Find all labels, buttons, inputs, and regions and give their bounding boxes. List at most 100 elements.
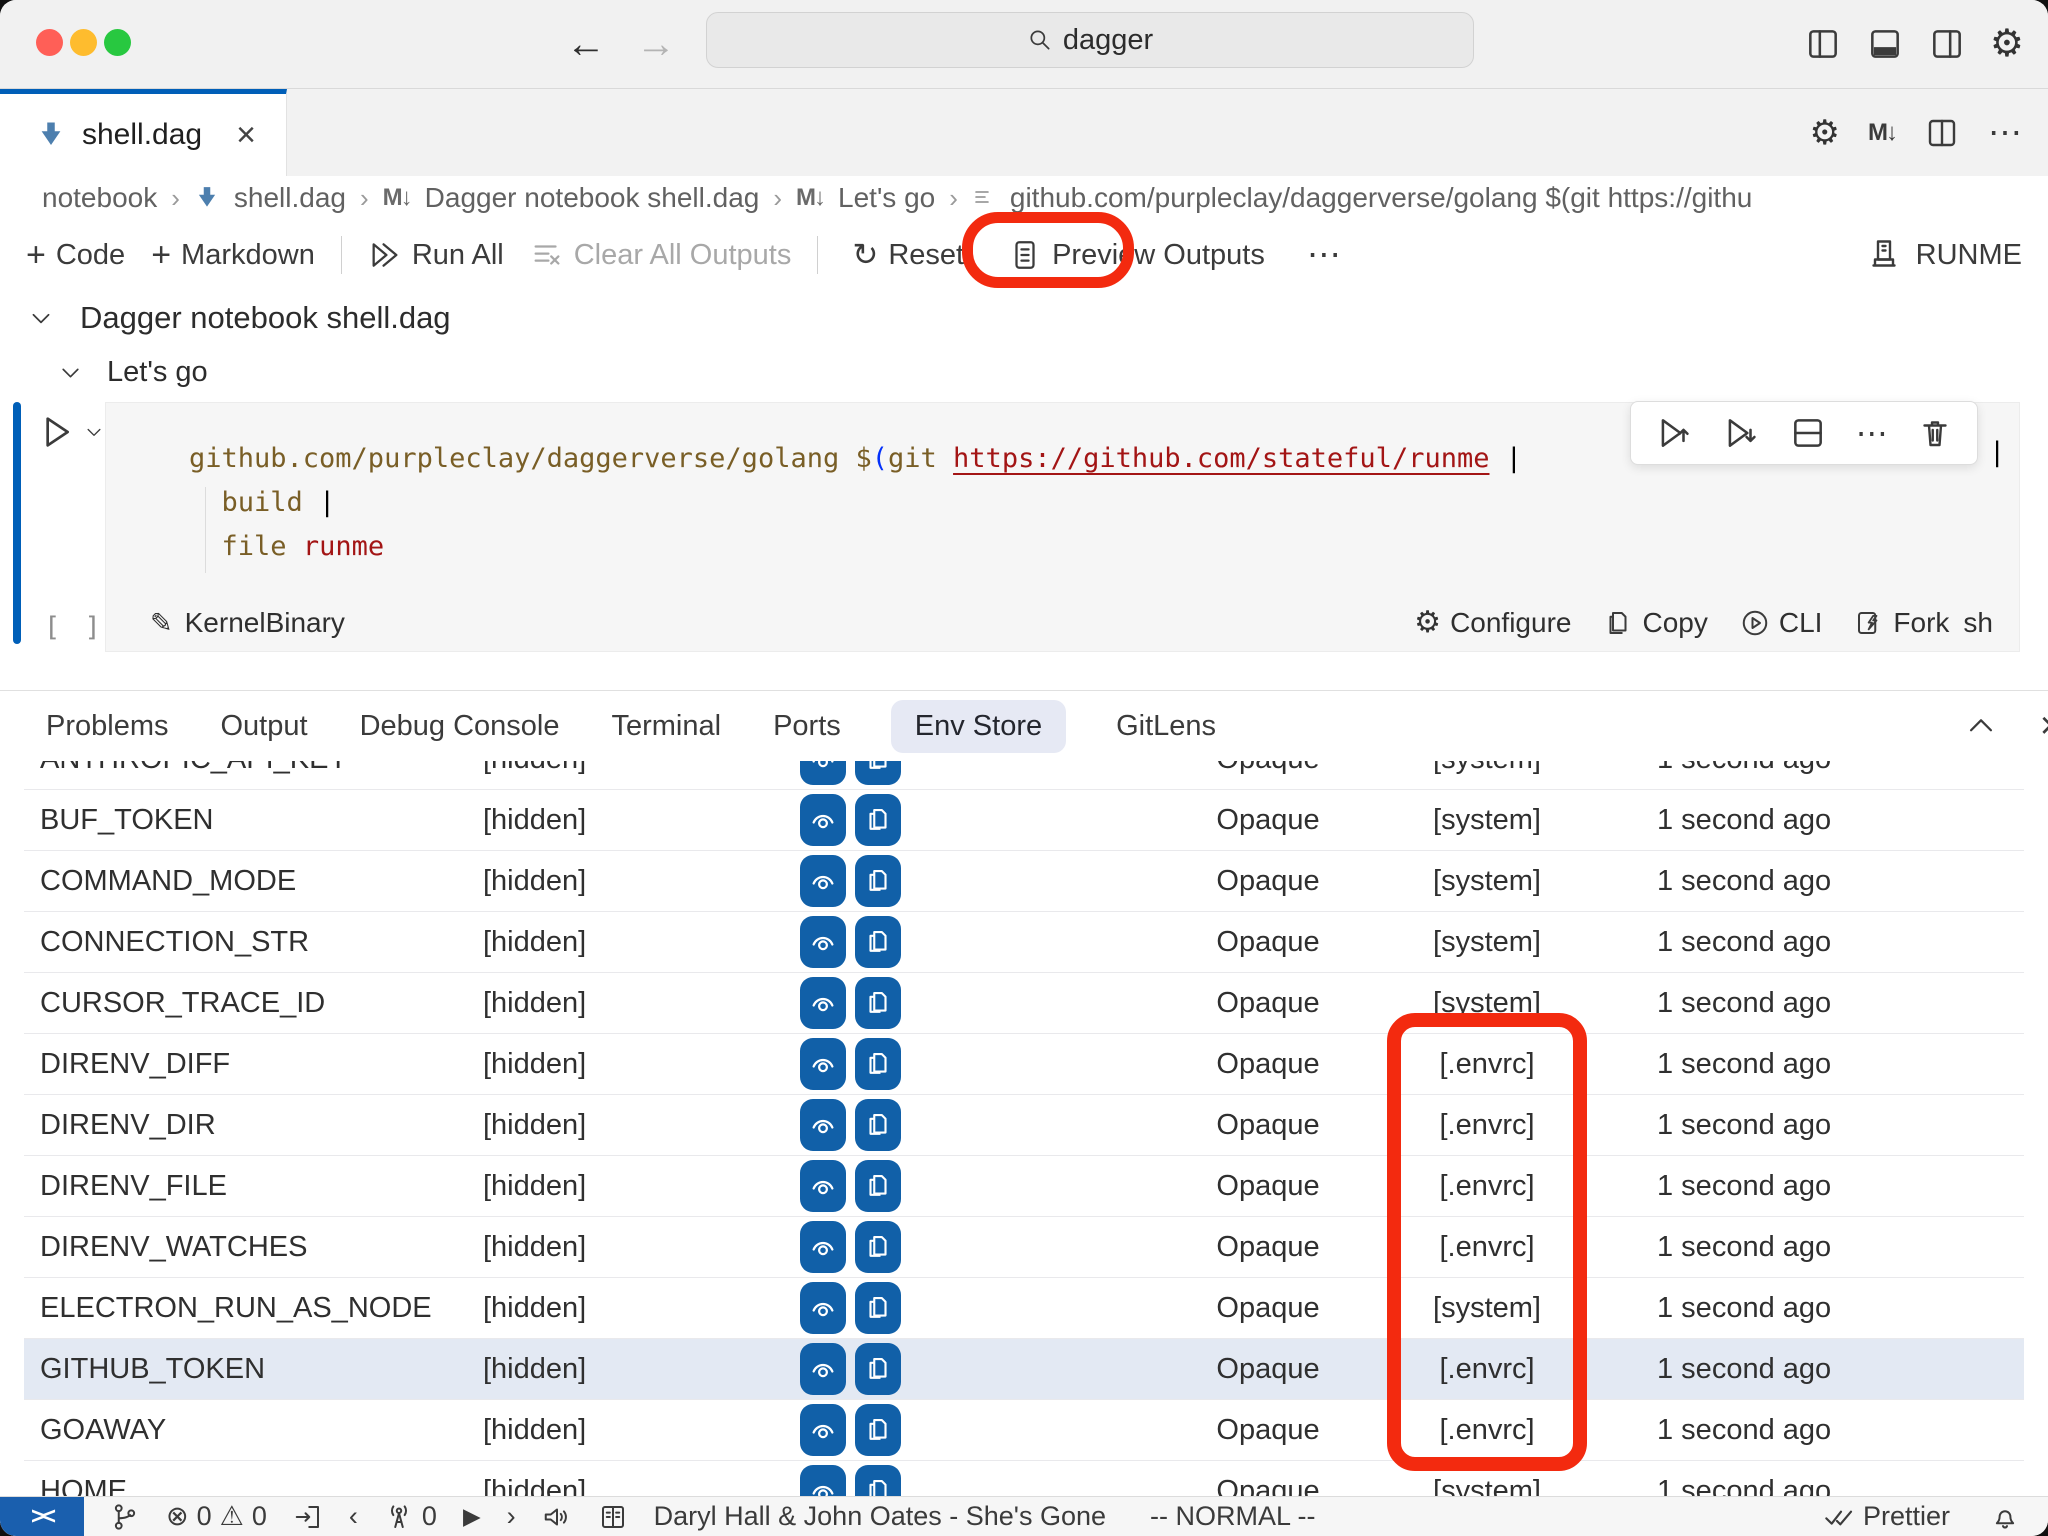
audio-status[interactable] [542, 1502, 572, 1532]
reveal-value-button[interactable] [800, 977, 846, 1029]
split-editor-icon[interactable] [1924, 115, 1960, 151]
code-link[interactable]: https://github.com/stateful/runme [953, 443, 1489, 474]
chevron-right-icon[interactable]: › [507, 1501, 516, 1532]
panel-tab-terminal[interactable]: Terminal [609, 700, 723, 753]
minimize-window-button[interactable] [70, 29, 97, 56]
zoom-window-button[interactable] [104, 29, 131, 56]
close-panel-icon[interactable]: × [2040, 709, 2048, 743]
panel-tab-gitlens[interactable]: GitLens [1114, 700, 1218, 753]
customize-layout-icon[interactable]: ⚙ [1990, 24, 2024, 64]
panel-tab-problems[interactable]: Problems [44, 700, 171, 753]
add-markdown-cell-button[interactable]: + Markdown [151, 236, 315, 275]
runme-button[interactable]: RUNME [1866, 237, 2022, 273]
reveal-value-button[interactable] [800, 1282, 846, 1334]
panel-tab-debug-console[interactable]: Debug Console [358, 700, 562, 753]
env-row[interactable]: COMMAND_MODE [hidden] Opaque [system] 1 … [24, 851, 2024, 912]
env-row[interactable]: GOAWAY [hidden] Opaque [.envrc] 1 second… [24, 1400, 2024, 1461]
delete-cell-icon[interactable] [1917, 415, 1953, 451]
collapse-chevron-icon[interactable] [28, 305, 54, 331]
ports-status[interactable]: 0 [384, 1501, 437, 1532]
reveal-value-button[interactable] [800, 1038, 846, 1090]
split-cell-icon[interactable] [1789, 414, 1827, 452]
add-code-cell-button[interactable]: + Code [26, 236, 125, 275]
env-row[interactable]: HOME [hidden] Opaque [system] 1 second a… [24, 1461, 2024, 1497]
tab-shell-dag[interactable]: shell.dag × [0, 89, 287, 176]
breadcrumb-cell[interactable]: github.com/purpleclay/daggerverse/golang… [1010, 182, 1752, 214]
reader-status[interactable] [598, 1502, 628, 1532]
copy-value-button[interactable] [855, 1343, 901, 1395]
reveal-value-button[interactable] [800, 1221, 846, 1273]
editor-more-actions-icon[interactable]: ⋯ [1988, 113, 2022, 153]
collapse-chevron-icon[interactable] [58, 360, 83, 385]
copy-value-button[interactable] [855, 1099, 901, 1151]
run-all-button[interactable]: Run All [368, 238, 504, 272]
copy-button[interactable]: Copy [1603, 607, 1707, 639]
copy-value-button[interactable] [855, 977, 901, 1029]
cell-language-label[interactable]: sh [1963, 607, 1993, 639]
navigate-forward-button[interactable]: → [636, 22, 676, 66]
breadcrumb-file[interactable]: shell.dag [234, 182, 346, 214]
reveal-value-button[interactable] [800, 1099, 846, 1151]
collapse-panel-icon[interactable] [1964, 709, 1998, 743]
reset-button[interactable]: ↻ Reset [852, 237, 964, 273]
reveal-value-button[interactable] [800, 1465, 846, 1497]
copy-value-button[interactable] [855, 1038, 901, 1090]
copy-value-button[interactable] [855, 1160, 901, 1212]
env-row[interactable]: BUF_TOKEN [hidden] Opaque [system] 1 sec… [24, 790, 2024, 851]
toggle-panel-icon[interactable] [1866, 25, 1904, 63]
copy-value-button[interactable] [855, 1465, 901, 1497]
env-row[interactable]: ANTHROPIC_API_KEY [hidden] Opaque [syste… [24, 761, 2024, 790]
env-row[interactable]: CONNECTION_STR [hidden] Opaque [system] … [24, 912, 2024, 973]
env-table-viewport[interactable]: ANTHROPIC_API_KEY [hidden] Opaque [syste… [0, 761, 2048, 1497]
reveal-value-button[interactable] [800, 855, 846, 907]
env-row[interactable]: DIRENV_DIFF [hidden] Opaque [.envrc] 1 s… [24, 1034, 2024, 1095]
env-row[interactable]: CURSOR_TRACE_ID [hidden] Opaque [system]… [24, 973, 2024, 1034]
copy-value-button[interactable] [855, 855, 901, 907]
env-row[interactable]: ELECTRON_RUN_AS_NODE [hidden] Opaque [sy… [24, 1278, 2024, 1339]
reveal-value-button[interactable] [800, 794, 846, 846]
clear-all-outputs-button[interactable]: Clear All Outputs [530, 238, 792, 272]
reveal-value-button[interactable] [800, 761, 846, 785]
env-row[interactable]: DIRENV_DIR [hidden] Opaque [.envrc] 1 se… [24, 1095, 2024, 1156]
toolbar-more-actions-icon[interactable]: ⋯ [1307, 235, 1341, 275]
preview-outputs-button[interactable]: Preview Outputs [1008, 238, 1265, 272]
copy-value-button[interactable] [855, 761, 901, 785]
kernel-selector[interactable]: ✎ KernelBinary [150, 607, 345, 639]
copy-value-button[interactable] [855, 1221, 901, 1273]
bell-icon[interactable] [1990, 1502, 2020, 1532]
reveal-value-button[interactable] [800, 1160, 846, 1212]
fork-button[interactable]: Fork [1854, 607, 1949, 639]
breadcrumb-notebook-title[interactable]: Dagger notebook shell.dag [425, 182, 760, 214]
reveal-value-button[interactable] [800, 916, 846, 968]
problems-status[interactable]: ⊗ 0 ⚠ 0 [166, 1501, 267, 1532]
chevron-left-icon[interactable]: ‹ [349, 1501, 358, 1532]
breadcrumb-notebook[interactable]: notebook [42, 182, 157, 214]
configure-button[interactable]: ⚙ Configure [1414, 603, 1571, 643]
reveal-value-button[interactable] [800, 1343, 846, 1395]
toggle-primary-sidebar-icon[interactable] [1804, 25, 1842, 63]
navigate-back-button[interactable]: ← [566, 22, 606, 66]
markdown-run-icon[interactable]: M↓ [1868, 119, 1896, 147]
copy-value-button[interactable] [855, 1404, 901, 1456]
env-row[interactable]: DIRENV_WATCHES [hidden] Opaque [.envrc] … [24, 1217, 2024, 1278]
panel-tab-ports[interactable]: Ports [771, 700, 843, 753]
notebook-settings-icon[interactable]: ⚙ [1810, 113, 1840, 153]
run-below-icon[interactable] [1722, 414, 1760, 452]
env-row[interactable]: GITHUB_TOKEN [hidden] Opaque [.envrc] 1 … [24, 1339, 2024, 1400]
close-tab-icon[interactable]: × [236, 120, 256, 150]
copy-value-button[interactable] [855, 794, 901, 846]
play-icon[interactable]: ▶ [463, 1503, 481, 1530]
breadcrumb-section[interactable]: Let's go [838, 182, 935, 214]
exit-session-status[interactable] [293, 1502, 323, 1532]
panel-tab-output[interactable]: Output [219, 700, 310, 753]
copy-value-button[interactable] [855, 916, 901, 968]
formatter-status[interactable]: Prettier [1823, 1501, 1950, 1533]
run-above-icon[interactable] [1655, 414, 1693, 452]
source-control-status[interactable] [110, 1502, 140, 1532]
panel-tab-env-store[interactable]: Env Store [891, 700, 1066, 753]
close-window-button[interactable] [36, 29, 63, 56]
cell-more-actions-icon[interactable]: ⋯ [1856, 414, 1888, 452]
toggle-secondary-sidebar-icon[interactable] [1928, 25, 1966, 63]
command-center-search[interactable]: dagger [706, 12, 1474, 68]
reveal-value-button[interactable] [800, 1404, 846, 1456]
